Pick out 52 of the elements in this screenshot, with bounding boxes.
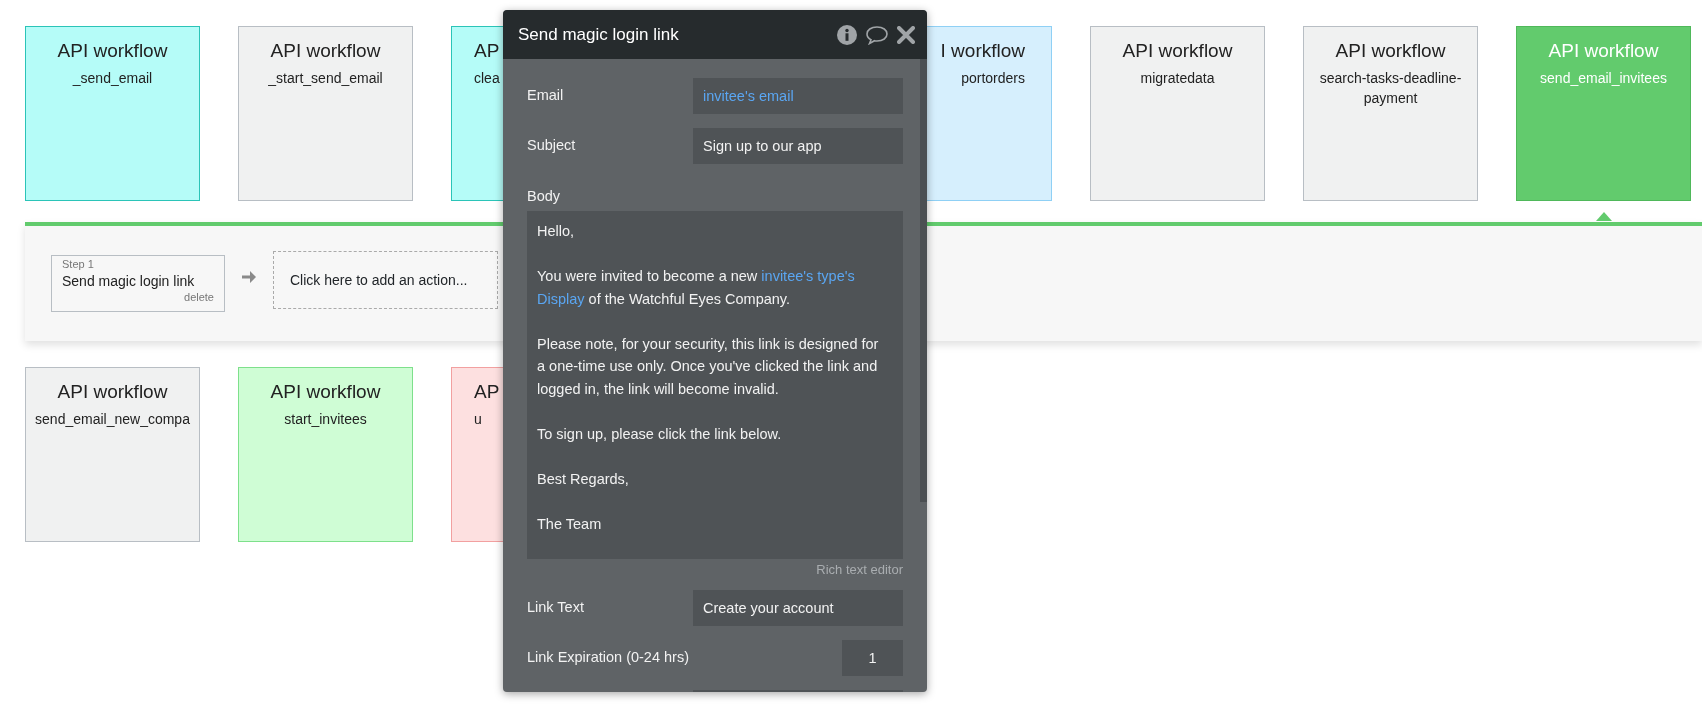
field-label: Body	[527, 187, 562, 206]
body-paragraph: Best Regards,	[537, 469, 630, 489]
workflow-name: _send_email	[71, 69, 154, 88]
input-field[interactable]: Create your account	[693, 590, 903, 626]
workflow-title: AP	[474, 380, 500, 404]
workflow-name: send_email_new_compa	[34, 410, 191, 429]
body-paragraph: Hello,	[537, 222, 576, 241]
workflow-title: API workflow	[57, 380, 168, 404]
field-label: Subject	[527, 136, 577, 156]
workflow-title: API workflow	[1335, 39, 1446, 63]
input-field[interactable]: 1	[842, 640, 903, 676]
workflow-card[interactable]: API workflow search-tasks-deadline-payment	[1303, 26, 1478, 201]
body-paragraph: To sign up, please click the link below.	[537, 424, 783, 444]
field-label: Email	[527, 86, 565, 106]
input-field[interactable]: Sign up to our app	[693, 128, 903, 164]
workflow-name: _start_send_email	[267, 69, 384, 88]
workflow-name: migratedata	[1139, 69, 1216, 88]
workflow-name: start_invitees	[283, 410, 368, 429]
workflow-name: clea	[474, 69, 501, 88]
workflow-name: send_email_invitees	[1539, 69, 1668, 88]
arrow-icon	[241, 269, 257, 285]
step-name: Send magic login link	[62, 272, 196, 291]
workflow-title: API workflow	[270, 39, 381, 63]
comment-icon[interactable]	[865, 24, 889, 45]
workflow-name: u	[474, 410, 483, 429]
workflow-title: AP	[474, 39, 500, 63]
info-icon[interactable]	[837, 24, 857, 45]
workflow-title: API workflow	[1548, 39, 1659, 63]
dialog-title: Send magic login link	[518, 23, 680, 46]
workflow-title: API workflow	[270, 380, 381, 404]
body-paragraph: The Team	[537, 514, 603, 534]
workflow-name: portorders	[960, 69, 1025, 88]
workflow-card[interactable]: API workflow start_invitees	[238, 367, 413, 542]
add-action-button[interactable]: Click here to add an action...	[273, 251, 498, 309]
field-label: Link Expiration (0-24 hrs)	[527, 648, 690, 668]
workflow-title: API workflow	[57, 39, 168, 63]
workflow-card[interactable]: API workflow _send_email	[25, 26, 200, 201]
delete-link[interactable]: delete	[62, 291, 214, 304]
workflow-card[interactable]: API workflow send_email_new_compa	[25, 367, 200, 542]
close-icon[interactable]	[897, 25, 915, 44]
workflow-name: search-tasks-deadline-payment	[1318, 69, 1463, 108]
workflow-title: API workflow	[1122, 39, 1233, 63]
scrollbar[interactable]	[920, 59, 927, 502]
workflow-card[interactable]: API workflow migratedata	[1090, 26, 1265, 201]
body-paragraph: You were invited to become a new invitee's type's Display of the Watchful Eyes Company.	[537, 267, 856, 309]
workflow-title: I workflow	[940, 39, 1025, 63]
step-label: Step 1	[62, 257, 95, 271]
editor-hint: Rich text editor	[815, 562, 903, 578]
field-label: Link Text	[527, 598, 585, 618]
step-card[interactable]: Step 1 Send magic login link delete	[51, 255, 225, 312]
body-paragraph: Please note, for your security, this link is designed for a one-time use only. Once you've clicked the link and logged in, the link will become invalid.	[537, 334, 880, 399]
workflow-card[interactable]: API workflow _start_send_email	[238, 26, 413, 201]
